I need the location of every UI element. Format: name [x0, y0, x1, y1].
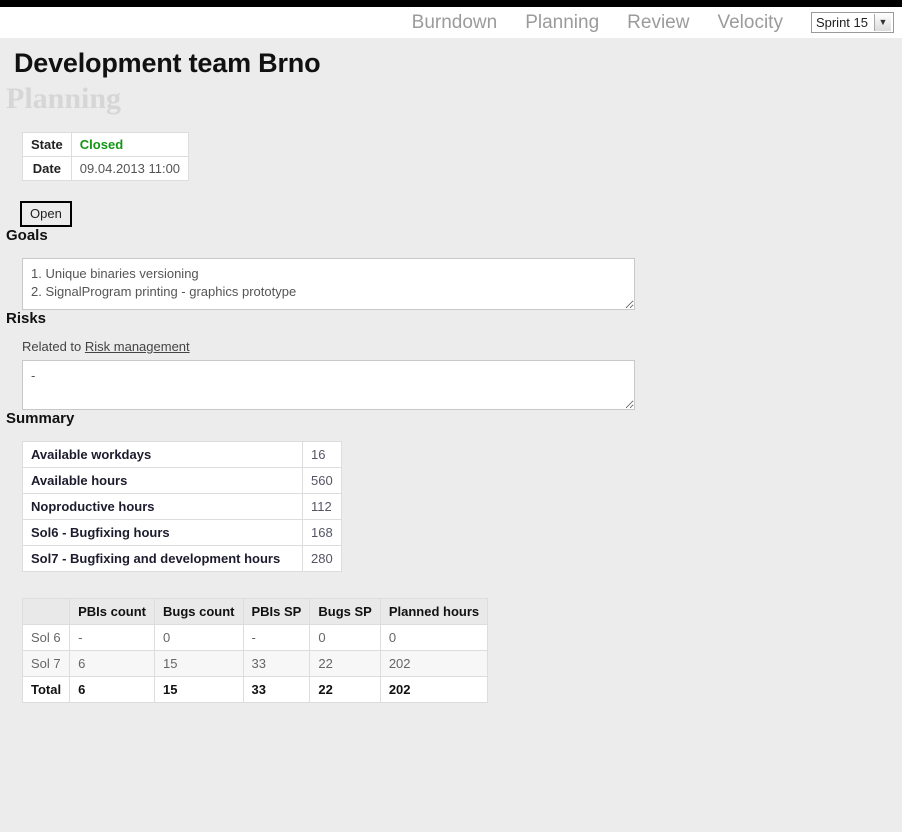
- nav-links: Burndown Planning Review Velocity: [398, 11, 797, 35]
- sol-breakdown-table: PBIs count Bugs count PBIs SP Bugs SP Pl…: [21, 598, 489, 703]
- sol-cell: 22: [309, 650, 381, 677]
- state-value: Closed: [70, 132, 190, 157]
- chevron-down-icon: ▼: [874, 14, 891, 31]
- open-button[interactable]: Open: [20, 201, 72, 227]
- sol-header-planned-hours: Planned hours: [379, 598, 489, 625]
- summary-value: 280: [302, 545, 342, 572]
- sol-cell: 0: [309, 624, 381, 651]
- sol-header-bugs-sp: Bugs SP: [309, 598, 381, 625]
- table-row: Sol6 - Bugfixing hours 168: [22, 519, 342, 546]
- table-header-row: PBIs count Bugs count PBIs SP Bugs SP Pl…: [21, 598, 489, 625]
- sol-header-pbis-sp: PBIs SP: [242, 598, 311, 625]
- sol-header-pbis-count: PBIs count: [69, 598, 155, 625]
- table-row: Sol 6 - 0 - 0 0: [21, 624, 489, 651]
- nav-link-burndown[interactable]: Burndown: [398, 11, 512, 35]
- page-content: Development team Brno Planning State Clo…: [0, 38, 902, 832]
- summary-label: Available hours: [22, 467, 303, 494]
- summary-label: Sol6 - Bugfixing hours: [22, 519, 303, 546]
- table-row: Available hours 560: [22, 467, 342, 494]
- sol-row-label: Sol 7: [21, 650, 71, 677]
- summary-value: 16: [302, 441, 342, 468]
- summary-value: 112: [302, 493, 342, 520]
- page-title: Development team Brno: [14, 48, 321, 78]
- table-row: Noproductive hours 112: [22, 493, 342, 520]
- page-subtitle: Planning: [6, 82, 122, 115]
- sprint-select-value: Sprint 15: [815, 15, 868, 30]
- summary-table: Available workdays 16 Available hours 56…: [22, 441, 342, 572]
- sol-cell: 33: [242, 650, 311, 677]
- summary-label: Noproductive hours: [22, 493, 303, 520]
- table-row: State Closed: [22, 132, 190, 157]
- risks-related-prefix: Related to: [22, 339, 85, 354]
- sol-header-bugs-count: Bugs count: [154, 598, 244, 625]
- summary-value: 168: [302, 519, 342, 546]
- state-table: State Closed Date 09.04.2013 11:00: [22, 132, 190, 181]
- summary-value: 560: [302, 467, 342, 494]
- sol-cell: 6: [69, 650, 155, 677]
- risks-heading: Risks: [6, 310, 47, 327]
- sol-cell-total: 6: [69, 676, 155, 703]
- sol-cell: 15: [154, 650, 244, 677]
- sol-header-corner: [21, 598, 71, 625]
- date-label: Date: [22, 156, 72, 181]
- top-black-strip: [0, 0, 902, 7]
- summary-label: Sol7 - Bugfixing and development hours: [22, 545, 303, 572]
- nav-link-velocity[interactable]: Velocity: [703, 11, 796, 35]
- date-value: 09.04.2013 11:00: [70, 156, 190, 181]
- goals-heading: Goals: [6, 227, 48, 244]
- sol-cell: 0: [379, 624, 489, 651]
- risks-textarea[interactable]: [22, 360, 635, 410]
- nav-link-review[interactable]: Review: [613, 11, 703, 35]
- top-navigation-bar: Burndown Planning Review Velocity Sprint…: [0, 7, 902, 38]
- sol-cell: 0: [154, 624, 244, 651]
- nav-link-planning[interactable]: Planning: [511, 11, 613, 35]
- risks-field-wrap: [0, 360, 902, 410]
- goals-field-wrap: [0, 258, 902, 310]
- sol-row-label: Sol 6: [21, 624, 71, 651]
- sol-row-label-total: Total: [21, 676, 71, 703]
- table-row: Sol 7 6 15 33 22 202: [21, 650, 489, 677]
- sol-cell: 202: [379, 650, 489, 677]
- table-row-total: Total 6 15 33 22 202: [21, 676, 489, 703]
- goals-textarea[interactable]: [22, 258, 635, 310]
- summary-label: Available workdays: [22, 441, 303, 468]
- risks-related-line: Related to Risk management: [0, 327, 902, 354]
- table-row: Sol7 - Bugfixing and development hours 2…: [22, 545, 342, 572]
- sprint-select[interactable]: Sprint 15 ▼: [810, 12, 894, 33]
- sol-cell-total: 202: [379, 676, 489, 703]
- table-row: Available workdays 16: [22, 441, 342, 468]
- sol-cell: -: [242, 624, 311, 651]
- risk-management-link[interactable]: Risk management: [85, 339, 190, 354]
- table-row: Date 09.04.2013 11:00: [22, 156, 190, 181]
- summary-heading: Summary: [6, 410, 75, 427]
- sol-cell-total: 22: [309, 676, 381, 703]
- sol-cell-total: 15: [154, 676, 244, 703]
- sol-cell-total: 33: [242, 676, 311, 703]
- state-label: State: [22, 132, 72, 157]
- sol-cell: -: [69, 624, 155, 651]
